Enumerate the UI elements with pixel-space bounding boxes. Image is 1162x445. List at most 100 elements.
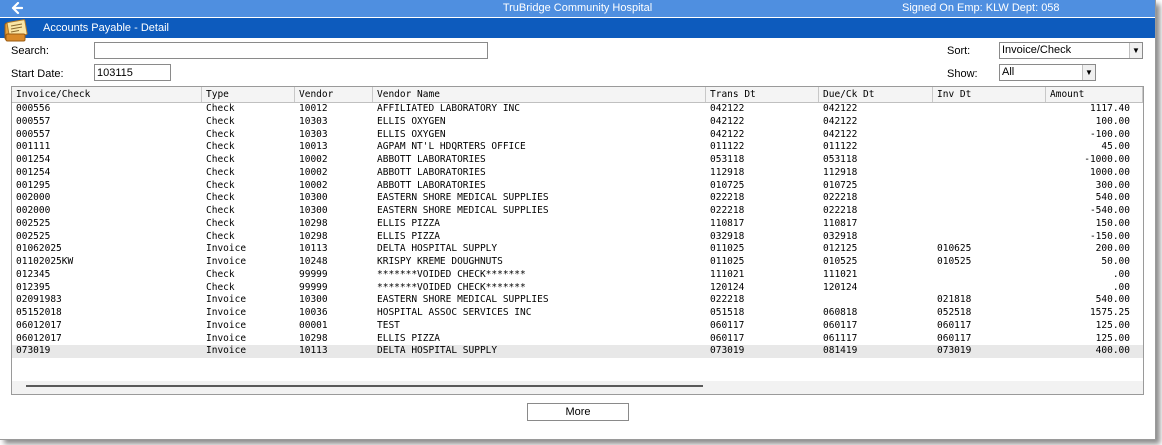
cell-type: Check: [206, 103, 235, 114]
table-row[interactable]: 002000 Check 10300 EASTERN SHORE MEDICAL SU…: [12, 192, 1143, 205]
cell-vendor: 10002: [299, 166, 328, 178]
cell-due-ck-dt: 061117: [823, 332, 858, 344]
cell-invoice-check: 002000: [16, 205, 51, 216]
table-row[interactable]: 002000 Check 10300 EASTERN SHORE MEDICAL SU…: [12, 205, 1143, 218]
table-body: 000556 Check 10012 AFFILIATED LABORATORY IN…: [12, 103, 1143, 358]
table-row[interactable]: 012345 Check 99999 *******VOIDED CHECK*****…: [12, 269, 1143, 282]
cell-trans-dt: 110817: [710, 217, 745, 229]
table-row[interactable]: 001295 Check 10002 ABBOTT LABORATORIES 01072…: [12, 180, 1143, 193]
cell-vendor-name: *******VOIDED CHECK*******: [377, 281, 526, 293]
cell-type: Check: [206, 128, 235, 140]
cell-vendor: 10013: [299, 141, 328, 153]
chevron-down-icon[interactable]: ▼: [1082, 65, 1095, 80]
table-row[interactable]: 002525 Check 10298 ELLIS PIZZA 032918 032918 -…: [12, 231, 1143, 244]
sort-label: Sort:: [947, 45, 971, 57]
cell-due-ck-dt: 022218: [823, 192, 858, 204]
horizontal-scrollbar[interactable]: [12, 381, 1143, 394]
cell-due-ck-dt: 011122: [823, 141, 858, 153]
app-window: TruBridge Community Hospital Signed On E…: [0, 0, 1156, 440]
cell-type: Check: [206, 230, 235, 242]
col-header-due-ck-dt[interactable]: Due/Ck Dt: [819, 87, 933, 102]
cell-vendor-name: EASTERN SHORE MEDICAL SUPPLIES: [377, 294, 549, 306]
title-bar: TruBridge Community Hospital Signed On E…: [0, 0, 1155, 17]
cell-type: Invoice: [206, 319, 247, 331]
table-row[interactable]: 012395 Check 99999 *******VOIDED CHECK*****…: [12, 282, 1143, 295]
cell-invoice-check: 000557: [16, 115, 51, 127]
page-title: Accounts Payable - Detail: [43, 22, 169, 34]
cell-invoice-check: 001111: [16, 141, 51, 153]
cell-inv-dt: 021818: [937, 294, 972, 306]
search-input[interactable]: [94, 42, 488, 59]
cell-vendor: 10113: [299, 345, 328, 357]
cell-invoice-check: 002525: [16, 217, 51, 229]
cell-due-ck-dt: 111021: [823, 268, 858, 280]
cell-inv-dt: 010525: [937, 256, 972, 267]
cell-vendor-name: DELTA HOSPITAL SUPPLY: [377, 243, 498, 255]
cell-due-ck-dt: 112918: [823, 166, 858, 178]
table-row[interactable]: 06012017 Invoice 00001 TEST 060117 060117 0601…: [12, 320, 1143, 333]
scrollbar-thumb[interactable]: [26, 385, 703, 387]
cell-vendor: 10300: [299, 192, 328, 204]
col-header-vendor[interactable]: Vendor: [295, 87, 373, 102]
sort-select[interactable]: Invoice/Check ▼: [999, 42, 1143, 59]
cell-type: Invoice: [206, 345, 247, 357]
table-row[interactable]: 000557 Check 10303 ELLIS OXYGEN 042122 042122…: [12, 129, 1143, 142]
col-header-trans-dt[interactable]: Trans Dt: [706, 87, 819, 102]
cell-invoice-check: 001254: [16, 154, 51, 165]
col-header-amount[interactable]: Amount: [1046, 87, 1143, 102]
cell-vendor: 10298: [299, 230, 328, 242]
table-row[interactable]: 001254 Check 10002 ABBOTT LABORATORIES 11291…: [12, 167, 1143, 180]
table-row[interactable]: 000556 Check 10012 AFFILIATED LABORATORY IN…: [12, 103, 1143, 116]
sort-select-value: Invoice/Check: [1002, 44, 1072, 56]
cell-vendor: 10298: [299, 217, 328, 229]
cell-due-ck-dt: 081419: [823, 345, 858, 357]
cell-due-ck-dt: 060818: [823, 307, 858, 318]
cell-trans-dt: 120124: [710, 281, 745, 293]
more-button[interactable]: More: [527, 403, 629, 421]
col-header-vendor-name[interactable]: Vendor Name: [373, 87, 706, 102]
cell-vendor-name: EASTERN SHORE MEDICAL SUPPLIES: [377, 192, 549, 204]
cell-invoice-check: 000557: [16, 128, 51, 140]
table-row[interactable]: 06012017 Invoice 10298 ELLIS PIZZA 060117 061…: [12, 333, 1143, 346]
table-header: Invoice/Check Type Vendor Vendor Name Tr…: [12, 87, 1143, 103]
cell-trans-dt: 042122: [710, 128, 745, 140]
cell-due-ck-dt: 053118: [823, 154, 858, 165]
cell-invoice-check: 073019: [16, 345, 51, 357]
cell-trans-dt: 112918: [710, 166, 745, 178]
chevron-down-icon[interactable]: ▼: [1129, 43, 1142, 58]
table-row[interactable]: 073019 Invoice 10113 DELTA HOSPITAL SUPPLY 0…: [12, 345, 1143, 358]
cell-invoice-check: 001295: [16, 179, 51, 191]
cell-invoice-check: 012345: [16, 268, 51, 280]
cell-invoice-check: 001254: [16, 166, 51, 178]
cell-invoice-check: 01102025KW: [16, 256, 74, 267]
cell-type: Check: [206, 268, 235, 280]
table-row[interactable]: 05152018 Invoice 10036 HOSPITAL ASSOC SERVI…: [12, 307, 1143, 320]
cell-trans-dt: 111021: [710, 268, 745, 280]
cell-vendor-name: ELLIS PIZZA: [377, 332, 440, 344]
cell-invoice-check: 002525: [16, 230, 51, 242]
cell-trans-dt: 032918: [710, 230, 745, 242]
col-header-type[interactable]: Type: [202, 87, 295, 102]
table-row[interactable]: 01102025KW Invoice 10248 KRISPY KREME DOUGH…: [12, 256, 1143, 269]
col-header-invoice-check[interactable]: Invoice/Check: [12, 87, 202, 102]
start-date-input[interactable]: [94, 64, 171, 81]
show-label: Show:: [947, 68, 978, 80]
cell-vendor: 10036: [299, 307, 328, 318]
cell-vendor-name: AGPAM NT'L HDQRTERS OFFICE: [377, 141, 526, 153]
cell-vendor-name: EASTERN SHORE MEDICAL SUPPLIES: [377, 205, 549, 216]
cell-due-ck-dt: 010525: [823, 256, 858, 267]
table-row[interactable]: 001254 Check 10002 ABBOTT LABORATORIES 05311…: [12, 154, 1143, 167]
table-row[interactable]: 02091983 Invoice 10300 EASTERN SHORE MEDICA…: [12, 294, 1143, 307]
cell-due-ck-dt: 012125: [823, 243, 858, 255]
cell-vendor-name: DELTA HOSPITAL SUPPLY: [377, 345, 498, 357]
table-row[interactable]: 002525 Check 10298 ELLIS PIZZA 110817 110817 1…: [12, 218, 1143, 231]
cell-amount: -150.00: [1089, 230, 1130, 242]
table-row[interactable]: 01062025 Invoice 10113 DELTA HOSPITAL SUPPL…: [12, 243, 1143, 256]
show-select[interactable]: All ▼: [999, 64, 1096, 81]
cell-due-ck-dt: 010725: [823, 179, 858, 191]
cell-vendor-name: HOSPITAL ASSOC SERVICES INC: [377, 307, 532, 318]
table-row[interactable]: 000557 Check 10303 ELLIS OXYGEN 042122 042122…: [12, 116, 1143, 129]
col-header-inv-dt[interactable]: Inv Dt: [933, 87, 1046, 102]
table-row[interactable]: 001111 Check 10013 AGPAM NT'L HDQRTERS OFFI…: [12, 141, 1143, 154]
cell-type: Check: [206, 154, 235, 165]
